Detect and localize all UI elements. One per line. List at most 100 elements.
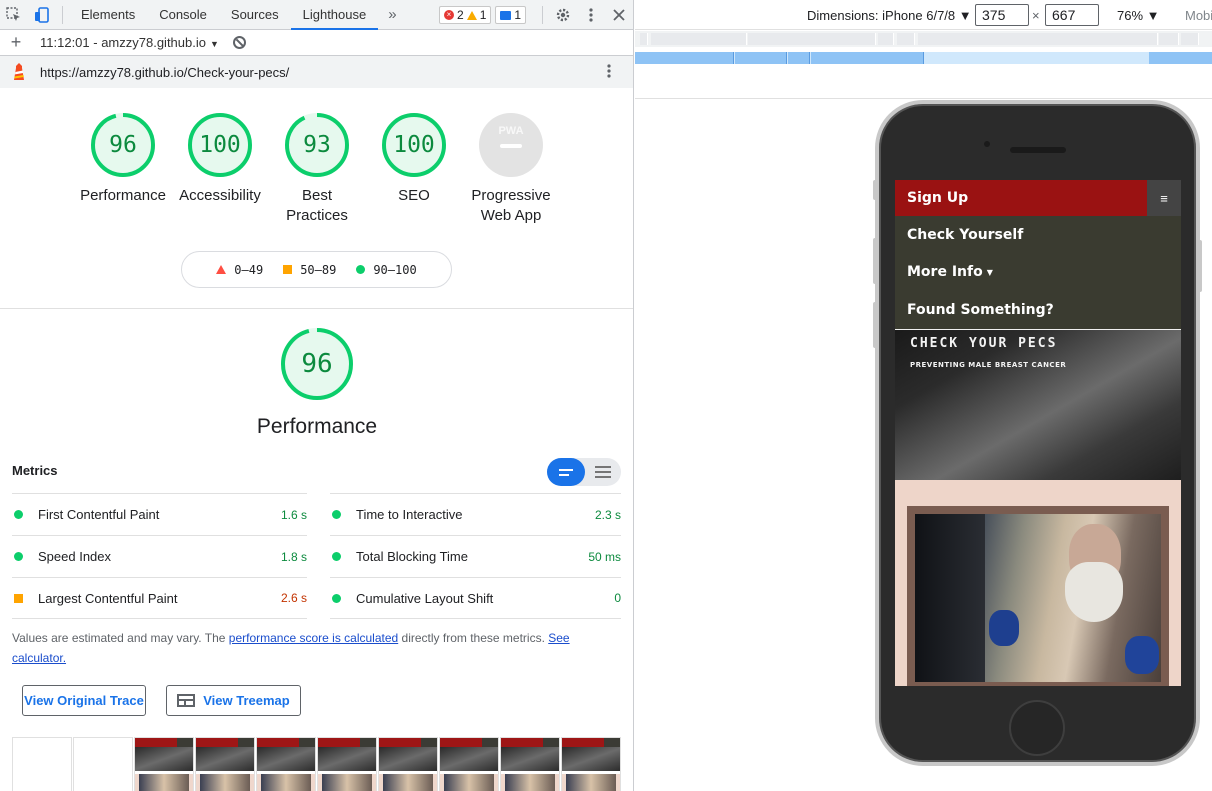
thumb-nav [440,738,498,747]
thumb-photo [322,774,372,791]
score-calculated-link[interactable]: performance score is calculated [229,631,398,645]
media-segment[interactable] [1181,33,1199,45]
filmstrip-frame [256,737,316,791]
media-segment[interactable] [640,33,648,45]
boxing-glove-right [1125,636,1159,674]
tab-sources[interactable]: Sources [219,0,291,30]
filmstrip-frame [73,737,133,791]
media-query-bar-max[interactable] [635,31,1212,47]
average-icon [14,593,23,603]
legend-range: 90–100 [373,262,417,277]
media-segment[interactable] [651,33,747,45]
gauge-best-practices[interactable]: 93 Best Practices [267,112,367,226]
view-original-trace-button[interactable]: View Original Trace [22,685,146,716]
inspect-element-icon[interactable] [0,0,28,30]
report-menu-icon[interactable] [607,64,611,78]
media-segment[interactable] [788,52,810,64]
nav-item-check-yourself[interactable]: Check Yourself [895,216,1181,254]
new-report-icon[interactable]: + [0,32,32,53]
compact-view-icon[interactable] [547,458,585,486]
metrics-left-column: First Contentful Paint 1.6 s Speed Index… [12,493,307,619]
thumb-body [196,774,254,791]
metric-total-blocking-time: Total Blocking Time 50 ms [330,535,621,577]
issue-badges[interactable]: × 2 1 1 [439,6,527,24]
legend-range: 50–89 [300,262,337,277]
media-segment[interactable] [635,52,734,64]
gauge-accessibility[interactable]: 100 Accessibility [170,112,270,206]
tab-lighthouse[interactable]: Lighthouse [290,0,379,30]
errors-badge[interactable]: × 2 1 [439,6,492,24]
thumb-nav [135,738,193,747]
media-query-bar-min[interactable] [635,52,1212,64]
report-selector[interactable]: 11:12:01 - amzzy78.github.io ▼ [40,35,219,50]
media-segment[interactable] [878,33,894,45]
throttle-mode[interactable]: Mobile [1185,8,1212,23]
gauge-label: Progressive Web App [471,187,551,224]
thumb-body [440,774,498,791]
more-tabs-icon[interactable]: » [378,6,406,23]
height-input[interactable]: 667 [1045,4,1099,26]
thumb-hero [562,747,620,771]
gear-icon[interactable] [549,0,577,30]
nav-item-more-info[interactable]: More Info ▼ [895,254,1181,292]
device-toggle-icon[interactable] [28,0,56,30]
width-input[interactable]: 375 [975,4,1029,26]
thumb-hero [440,747,498,771]
times-sign: × [1032,8,1040,23]
expanded-view-icon[interactable] [585,458,621,486]
pass-icon [14,510,23,519]
nav-item-found-something[interactable]: Found Something? [895,291,1181,329]
device-selector[interactable]: Dimensions: iPhone 6/7/8 ▼ [807,8,972,23]
thumb-hero [318,747,376,771]
hamburger-icon[interactable]: ≡ [1147,180,1181,216]
report-url[interactable]: https://amzzy78.github.io/Check-your-pec… [40,65,289,80]
performance-score: 96 [301,349,333,379]
view-treemap-button[interactable]: View Treemap [166,685,301,716]
zoom-selector[interactable]: 76% ▼ [1117,8,1160,23]
kebab-menu-icon[interactable] [577,0,605,30]
media-segment[interactable] [735,52,787,64]
lighthouse-toolbar: + 11:12:01 - amzzy78.github.io ▼ [0,30,633,56]
signup-link[interactable]: Sign Up [895,190,968,206]
media-segment[interactable] [897,33,915,45]
speaker-grille [1010,147,1066,153]
media-segment[interactable] [1149,52,1212,64]
clear-all-icon[interactable] [232,36,246,49]
pass-icon [332,593,341,603]
filmstrip-frame [134,737,194,791]
gauge-seo[interactable]: 100 SEO [364,112,464,206]
hero-banner: CHECK YOUR PECS PREVENTING MALE BREAST C… [895,328,1181,480]
triangle-icon [216,265,227,274]
messages-count: 1 [514,8,522,22]
metrics-view-toggle[interactable] [547,458,621,486]
close-icon[interactable] [605,0,633,30]
thumb-photo [383,774,433,791]
hero-title: CHECK YOUR PECS [910,335,1058,351]
pwa-badge-icon: PWA [479,113,543,177]
disclaimer-text: Values are estimated and may vary. The [12,631,229,645]
gauge-pwa[interactable]: PWA Progressive Web App [461,112,561,226]
home-button [1009,700,1065,756]
category-gauges: 96 Performance 100 Accessibility 93 Best… [0,112,633,232]
metric-speed-index: Speed Index 1.8 s [12,535,307,577]
media-segment[interactable] [918,33,1158,45]
gauge-score: 96 [109,132,137,158]
error-icon: × [444,10,454,20]
gauge-performance[interactable]: 96 Performance [73,112,173,206]
power-button [1198,240,1202,292]
devtools-panel: Elements Console Sources Lighthouse » × … [0,0,634,791]
tab-elements[interactable]: Elements [69,0,147,30]
thumb-body [562,774,620,791]
metric-value: 2.6 s [280,591,307,605]
media-segment[interactable] [811,52,924,64]
site-nav-menu: Check Yourself More Info ▼ Found Somethin… [895,216,1181,329]
media-segment[interactable] [748,33,876,45]
metric-value: 50 ms [588,549,621,564]
pass-icon [332,552,341,561]
thumb-signup [318,738,360,747]
feature-image-frame [907,506,1169,686]
tab-console[interactable]: Console [147,0,219,30]
media-segment[interactable] [1159,33,1179,45]
metric-value: 2.3 s [594,507,621,522]
messages-badge[interactable]: 1 [495,6,527,24]
